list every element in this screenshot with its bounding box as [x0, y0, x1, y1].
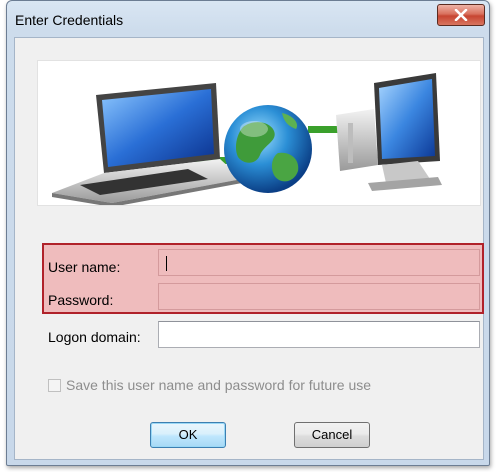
cancel-button[interactable]: Cancel	[294, 422, 370, 448]
password-label: Password:	[48, 292, 114, 308]
close-icon	[454, 9, 468, 21]
close-button[interactable]	[437, 4, 485, 26]
laptop-icon	[52, 83, 242, 207]
logon-domain-input[interactable]	[158, 321, 480, 348]
title-bar[interactable]: Enter Credentials	[7, 1, 489, 37]
logon-domain-label: Logon domain:	[48, 329, 141, 345]
window-title: Enter Credentials	[15, 12, 124, 28]
network-banner	[37, 60, 481, 207]
ok-button[interactable]: OK	[150, 422, 226, 448]
connector-right	[308, 126, 338, 133]
enter-credentials-dialog: Enter Credentials User name: Password: L…	[6, 0, 490, 466]
username-input[interactable]	[158, 249, 480, 276]
globe-icon	[224, 105, 312, 193]
password-input[interactable]	[158, 283, 480, 310]
username-label: User name:	[48, 259, 121, 275]
network-illustration	[52, 73, 442, 207]
save-credentials-label: Save this user name and password for fut…	[66, 377, 372, 393]
save-credentials-option[interactable]: Save this user name and password for fut…	[48, 376, 371, 394]
text-caret	[166, 256, 167, 271]
dialog-body: User name: Password: Logon domain: Save …	[14, 37, 484, 460]
save-credentials-checkbox[interactable]	[48, 378, 61, 392]
desktop-computer-icon	[336, 73, 442, 191]
